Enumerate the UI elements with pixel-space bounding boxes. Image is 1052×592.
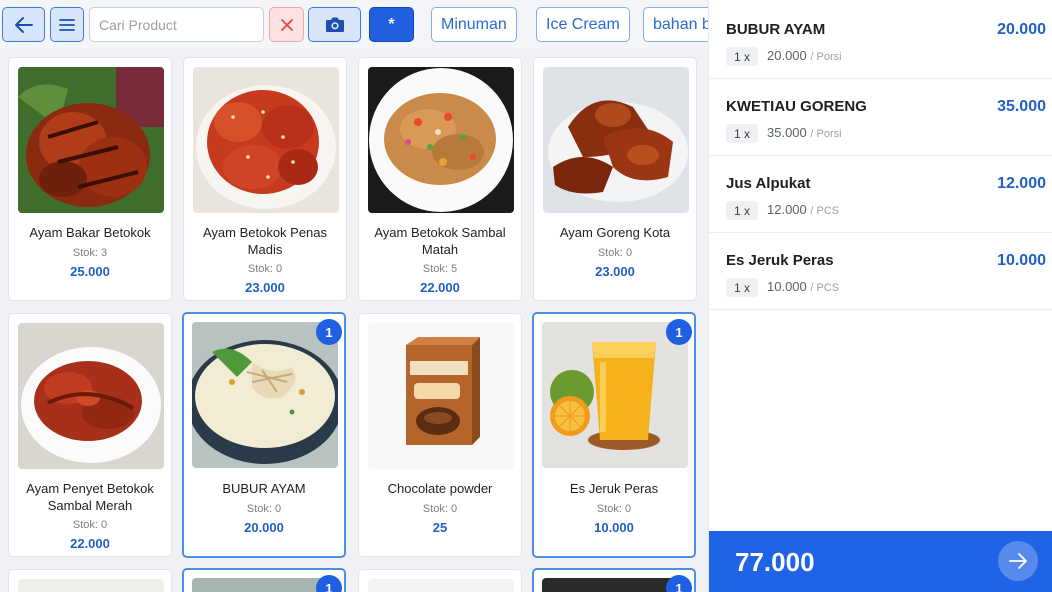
product-price: 25.000 bbox=[70, 264, 110, 279]
product-name: Chocolate powder bbox=[387, 481, 493, 496]
order-item-total: 20.000 bbox=[997, 21, 1046, 38]
product-card[interactable] bbox=[8, 569, 172, 592]
product-price: 22.000 bbox=[420, 280, 460, 295]
order-item-unit-price: 10.000 / PCS bbox=[767, 279, 839, 294]
unit-label: / PCS bbox=[810, 205, 840, 217]
order-panel: BUBUR AYAM 20.000 1 x 20.000 / Porsi KWE… bbox=[708, 0, 1052, 592]
product-price: 20.000 bbox=[244, 520, 284, 535]
clear-search-button[interactable] bbox=[269, 7, 304, 42]
product-image-ayam-bakar bbox=[18, 67, 164, 213]
product-image bbox=[368, 579, 514, 592]
product-stock: Stok: 0 bbox=[422, 503, 458, 515]
product-price: 22.000 bbox=[70, 536, 110, 551]
product-price: 23.000 bbox=[245, 280, 285, 295]
order-item[interactable]: Es Jeruk Peras 10.000 1 x 10.000 / PCS bbox=[709, 233, 1052, 310]
order-item-total: 10.000 bbox=[997, 252, 1046, 269]
close-icon bbox=[280, 18, 293, 31]
arrow-right-icon bbox=[1009, 553, 1027, 569]
product-card[interactable]: Chocolate powder Stok: 0 25 bbox=[358, 313, 522, 557]
product-stock: Stok: 5 bbox=[422, 263, 458, 275]
order-item-total: 35.000 bbox=[997, 98, 1046, 115]
product-card[interactable] bbox=[358, 569, 522, 592]
product-stock: Stok: 0 bbox=[597, 247, 633, 259]
back-button[interactable] bbox=[2, 7, 45, 42]
product-image-ayam-betokok-penas bbox=[193, 67, 339, 213]
hamburger-icon bbox=[59, 18, 75, 31]
order-item-unit-price: 35.000 / Porsi bbox=[767, 125, 842, 140]
product-image-ayam-penyet bbox=[18, 323, 164, 469]
quantity-badge: 1 bbox=[666, 575, 692, 592]
product-name: Ayam Betokok Penas Madis bbox=[202, 225, 328, 257]
order-item-name: Es Jeruk Peras bbox=[726, 252, 834, 269]
unit-label: / Porsi bbox=[810, 128, 842, 140]
category-ice-cream[interactable]: Ice Cream bbox=[536, 7, 630, 42]
product-stock: Stok: 0 bbox=[246, 503, 282, 515]
product-card[interactable]: Ayam Penyet Betokok Sambal Merah Stok: 0… bbox=[8, 313, 172, 557]
product-card-selected[interactable]: 1 BUBUR AYAM Stok: 0 20.000 bbox=[182, 312, 346, 558]
product-price: 25 bbox=[432, 520, 448, 535]
order-item-unit-price: 20.000 / Porsi bbox=[767, 48, 842, 63]
product-image-ayam-goreng-kota bbox=[543, 67, 689, 213]
checkout-bar[interactable]: 77.000 bbox=[709, 531, 1052, 592]
camera-scan-button[interactable] bbox=[308, 7, 361, 42]
product-card-selected[interactable]: 1 Es Jeruk Peras Stok: 0 10.000 bbox=[532, 312, 696, 558]
product-card[interactable]: Ayam Betokok Penas Madis Stok: 0 23.000 bbox=[183, 57, 347, 301]
quantity-badge: 1 bbox=[316, 319, 342, 345]
order-item[interactable]: Jus Alpukat 12.000 1 x 12.000 / PCS bbox=[709, 156, 1052, 233]
order-item-name: KWETIAU GORENG bbox=[726, 98, 867, 115]
order-item[interactable]: KWETIAU GORENG 35.000 1 x 35.000 / Porsi bbox=[709, 79, 1052, 156]
menu-button[interactable] bbox=[50, 7, 84, 42]
order-item-qty[interactable]: 1 x bbox=[726, 278, 758, 297]
search-input[interactable] bbox=[99, 16, 263, 33]
toolbar: * Minuman Ice Cream bahan baku bbox=[0, 0, 708, 48]
search-field[interactable] bbox=[89, 7, 264, 42]
order-item-qty[interactable]: 1 x bbox=[726, 47, 758, 66]
product-stock: Stok: 0 bbox=[72, 519, 108, 531]
product-name: Ayam Goreng Kota bbox=[559, 225, 671, 240]
product-card[interactable]: Ayam Betokok Sambal Matah Stok: 5 22.000 bbox=[358, 57, 522, 301]
product-price: 23.000 bbox=[595, 264, 635, 279]
order-total: 77.000 bbox=[735, 547, 815, 577]
product-image-ayam-sambal-matah bbox=[368, 67, 514, 213]
product-panel: * Minuman Ice Cream bahan baku Ayam Baka… bbox=[0, 0, 708, 592]
unit-price-value: 10.000 bbox=[767, 279, 807, 294]
unit-label: / Porsi bbox=[810, 51, 842, 63]
unit-price-value: 12.000 bbox=[767, 202, 807, 217]
product-name: Ayam Bakar Betokok bbox=[29, 225, 151, 240]
product-name: Ayam Betokok Sambal Matah bbox=[374, 225, 506, 257]
arrow-left-icon bbox=[14, 16, 33, 33]
product-image-chocolate-powder bbox=[368, 323, 514, 469]
category-bahan-baku[interactable]: bahan baku bbox=[643, 7, 708, 42]
checkout-button[interactable] bbox=[998, 541, 1038, 581]
order-item-total: 12.000 bbox=[997, 175, 1046, 192]
all-categories-button[interactable]: * bbox=[369, 7, 414, 42]
product-image-bubur-ayam bbox=[192, 322, 338, 468]
unit-price-value: 35.000 bbox=[767, 125, 807, 140]
product-card[interactable]: Ayam Bakar Betokok Stok: 3 25.000 bbox=[8, 57, 172, 301]
product-stock: Stok: 0 bbox=[247, 263, 283, 275]
product-image bbox=[18, 579, 164, 592]
order-item[interactable]: BUBUR AYAM 20.000 1 x 20.000 / Porsi bbox=[709, 2, 1052, 79]
product-stock: Stok: 3 bbox=[72, 247, 108, 259]
product-stock: Stok: 0 bbox=[596, 503, 632, 515]
product-card-selected[interactable]: 1 bbox=[182, 568, 346, 592]
quantity-badge: 1 bbox=[666, 319, 692, 345]
product-name: BUBUR AYAM bbox=[222, 481, 306, 496]
order-item-qty[interactable]: 1 x bbox=[726, 201, 758, 220]
product-name: Ayam Penyet Betokok Sambal Merah bbox=[26, 481, 154, 513]
order-item-unit-price: 12.000 / PCS bbox=[767, 202, 839, 217]
quantity-badge: 1 bbox=[316, 575, 342, 592]
unit-price-value: 20.000 bbox=[767, 48, 807, 63]
product-card[interactable]: Ayam Goreng Kota Stok: 0 23.000 bbox=[533, 57, 697, 301]
product-card-selected[interactable]: 1 bbox=[532, 568, 696, 592]
order-item-name: BUBUR AYAM bbox=[726, 21, 826, 38]
camera-icon bbox=[325, 17, 344, 32]
product-image-es-jeruk bbox=[542, 322, 688, 468]
category-minuman[interactable]: Minuman bbox=[431, 7, 517, 42]
unit-label: / PCS bbox=[810, 282, 840, 294]
order-item-qty[interactable]: 1 x bbox=[726, 124, 758, 143]
product-price: 10.000 bbox=[594, 520, 634, 535]
product-name: Es Jeruk Peras bbox=[569, 481, 659, 496]
order-item-name: Jus Alpukat bbox=[726, 175, 811, 192]
